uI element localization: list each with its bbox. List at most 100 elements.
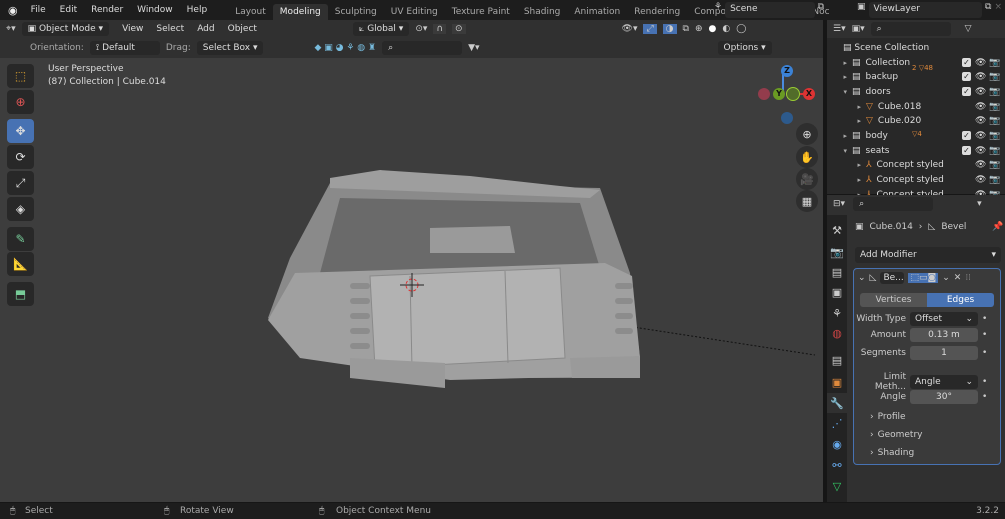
exclude-checkbox[interactable]: ✓: [962, 72, 971, 82]
editor-type-icon[interactable]: ⊟▾: [833, 199, 845, 209]
ortho-grid-icon[interactable]: ▦: [796, 190, 818, 212]
menu-select[interactable]: Select: [156, 24, 184, 34]
menu-edit[interactable]: Edit: [53, 5, 84, 15]
options-dropdown[interactable]: Options ▾: [717, 41, 772, 55]
axis-x[interactable]: X: [803, 88, 815, 100]
outliner-search-input[interactable]: ⌕: [870, 22, 951, 36]
menu-object[interactable]: Object: [228, 24, 257, 34]
menu-add[interactable]: Add: [190, 24, 221, 34]
output-tab-icon[interactable]: ▤: [827, 262, 847, 282]
angle-field[interactable]: 30°: [910, 390, 978, 404]
expand-arrow-icon[interactable]: ▸: [827, 59, 847, 67]
keyframe-dot-icon[interactable]: •: [982, 314, 987, 324]
camera-render-icon[interactable]: 📷: [989, 131, 1000, 141]
add-modifier-dropdown[interactable]: Add Modifier ▾: [855, 247, 1001, 263]
outliner-row[interactable]: ▾ ▤ seats ✓ 👁 📷: [827, 143, 1005, 158]
expand-arrow-icon[interactable]: ▸: [827, 161, 861, 169]
expand-arrow-icon[interactable]: ▸: [827, 117, 861, 125]
amount-field[interactable]: 0.13 m: [910, 328, 978, 342]
pan-hand-icon[interactable]: ✋: [796, 146, 818, 168]
keyframe-dot-icon[interactable]: •: [982, 392, 987, 402]
filter-icon[interactable]: ▼▾: [468, 43, 479, 53]
outliner-row[interactable]: ▸ ▽ Cube.020 👁 📷: [827, 114, 1005, 129]
close-icon[interactable]: ×: [994, 2, 1002, 18]
tool-tab-icon[interactable]: ⚒: [827, 220, 847, 240]
pin-icon[interactable]: 📌: [992, 222, 1003, 232]
shading-wireframe-icon[interactable]: ⊕: [695, 24, 703, 34]
pivot-icon[interactable]: ⊙▾: [415, 24, 427, 34]
scene-tab-icon[interactable]: ⚘: [827, 303, 847, 323]
viewlayer-field[interactable]: ViewLayer: [868, 2, 983, 18]
eye-icon[interactable]: 👁: [975, 102, 986, 112]
copy-icon[interactable]: ⧉: [818, 2, 824, 18]
expand-arrow-icon[interactable]: ▸: [827, 132, 847, 140]
eye-icon[interactable]: 👁: [975, 160, 986, 170]
edges-toggle[interactable]: Edges: [927, 293, 994, 307]
outliner-row[interactable]: ▸ ⅄ Concept styled sea 👁 📷: [827, 173, 1005, 188]
shading-subpanel[interactable]: › Shading: [870, 448, 914, 458]
expand-arrow-icon[interactable]: ▾: [827, 88, 847, 96]
menu-window[interactable]: Window: [130, 5, 180, 15]
modifier-tab-icon[interactable]: 🔧: [827, 393, 847, 413]
drag-handle-icon[interactable]: ⁞⁞: [965, 273, 971, 283]
display-mode-icon[interactable]: ☰▾: [833, 24, 846, 34]
outliner-row[interactable]: ▸ ⅄ Concept styled sea 👁 📷: [827, 158, 1005, 173]
camera-render-icon[interactable]: 📷: [989, 175, 1000, 185]
mode-dropdown[interactable]: ▣ Object Mode ▾: [21, 22, 110, 36]
camera-render-icon[interactable]: 📷: [989, 87, 1000, 97]
3d-viewport[interactable]: ⬚ ⊕ ✥ ⟳ ⤢ ◈ ✎ 📐 ⬒ User Perspective (87) …: [0, 58, 823, 502]
keyframe-dot-icon[interactable]: •: [982, 330, 987, 340]
navigation-gizmo[interactable]: Z Y X: [757, 64, 819, 126]
scene-selector[interactable]: ⚘ Scene ⧉: [714, 2, 824, 18]
axis-y[interactable]: Y: [773, 88, 785, 100]
view-layer-tab-icon[interactable]: ▣: [827, 282, 847, 302]
tab-layout[interactable]: Layout: [228, 4, 273, 20]
expand-arrow-icon[interactable]: ▸: [827, 73, 847, 81]
constraints-tab-icon[interactable]: ⚯: [827, 455, 847, 475]
modifier-name-field[interactable]: Be...: [880, 272, 905, 284]
camera-render-icon[interactable]: 📷: [989, 102, 1000, 112]
camera-render-icon[interactable]: 📷: [989, 160, 1000, 170]
exclude-checkbox[interactable]: ✓: [962, 86, 971, 97]
geometry-subpanel[interactable]: › Geometry: [870, 430, 923, 440]
camera-render-icon[interactable]: 📷: [989, 58, 1000, 68]
outliner-row[interactable]: ▸ ▽ Cube.018 👁 📷: [827, 99, 1005, 114]
eye-icon[interactable]: 👁: [975, 146, 986, 156]
scene-collection-row[interactable]: ▤ Scene Collection: [827, 40, 1005, 55]
copy-icon[interactable]: ⧉: [985, 2, 991, 18]
remove-modifier-icon[interactable]: ✕: [954, 273, 962, 283]
particles-tab-icon[interactable]: ⋰: [827, 413, 847, 433]
outliner-filter-icon[interactable]: ▽: [965, 24, 972, 34]
camera-render-icon[interactable]: 📷: [989, 116, 1000, 126]
keyframe-dot-icon[interactable]: •: [982, 377, 987, 387]
axis-z[interactable]: Z: [781, 65, 793, 77]
eye-icon[interactable]: 👁: [975, 72, 986, 82]
tab-modeling[interactable]: Modeling: [272, 4, 328, 20]
shading-solid-icon[interactable]: ●: [709, 24, 717, 34]
physics-tab-icon[interactable]: ◉: [827, 434, 847, 454]
vertices-toggle[interactable]: Vertices: [860, 293, 927, 307]
menu-render[interactable]: Render: [84, 5, 130, 15]
tab-shading[interactable]: Shading: [517, 4, 568, 20]
tab-rendering[interactable]: Rendering: [627, 4, 687, 20]
eye-icon[interactable]: 👁: [975, 87, 986, 97]
exclude-checkbox[interactable]: ✓: [962, 145, 971, 156]
tab-animation[interactable]: Animation: [567, 4, 627, 20]
zoom-icon[interactable]: ⊕: [796, 123, 818, 145]
tab-uv-editing[interactable]: UV Editing: [384, 4, 445, 20]
camera-icon[interactable]: 🎥: [796, 168, 818, 190]
object-tab-icon[interactable]: ▣: [827, 372, 847, 392]
editmode-toggle-icon[interactable]: ⬚▭◙: [908, 273, 939, 283]
menu-file[interactable]: File: [24, 5, 53, 15]
data-tab-icon[interactable]: ▽: [827, 476, 847, 496]
proportional-edit-icon[interactable]: ⊙: [451, 24, 466, 34]
transform-orientation-dropdown[interactable]: ⟀ Global ▾: [352, 22, 410, 36]
width-type-dropdown[interactable]: Offset ⌄: [910, 312, 978, 326]
eye-icon[interactable]: 👁: [975, 131, 986, 141]
blender-logo-icon[interactable]: ◉: [0, 4, 24, 17]
tab-texture-paint[interactable]: Texture Paint: [445, 4, 517, 20]
orientation-dropdown[interactable]: ⟟ Default: [89, 41, 160, 55]
expand-arrow-icon[interactable]: ▾: [827, 147, 847, 155]
snap-icon[interactable]: ∩: [433, 24, 446, 34]
render-tab-icon[interactable]: 📷: [827, 242, 847, 262]
